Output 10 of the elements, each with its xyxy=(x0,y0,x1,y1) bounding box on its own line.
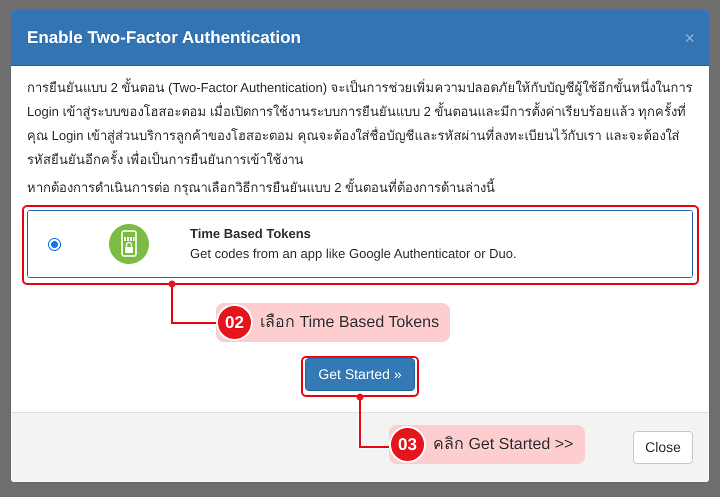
instruction-text: หากต้องการดำเนินการต่อ กรุณาเลือกวิธีการยืนยันแบบ 2 ขั้นตอนที่ต้องการด้านล่างนี้ xyxy=(27,177,496,198)
phone-lock-icon xyxy=(109,224,149,264)
modal-title: Enable Two-Factor Authentication xyxy=(27,26,301,49)
close-button[interactable]: Close xyxy=(633,431,693,464)
get-started-button[interactable]: Get Started » xyxy=(305,358,415,391)
option-title: Time Based Tokens xyxy=(190,225,312,243)
radio-button[interactable] xyxy=(48,238,61,250)
method-option[interactable]: Time Based Tokens Get codes from an app like Google Authenticator or Duo. xyxy=(27,210,693,278)
intro-paragraph: การยืนยันแบบ 2 ขั้นตอน (Two-Factor Authentication) จะเป็นการช่วยเพิ่มความปลอดภัยให้กับบัญชีผู้ใช้อีกขั้นหนึ่งในการ Login เข้าสู่ระบบของโฮสอะตอม เมื่อเปิดการใช้งานระบบการยืนยันแบบ 2 ขั้นตอนและมีการตั้งค่าเรียบร้อยแล้ว ทุกครั้งที่คุณ Login เข้าสู่ส่วนบริการลูกค้าของโฮสอะตอม คุณจะต้องใส่ชื่อบัญชีและรหัสผ่านที่ลงทะเบียนไว้กับเรา และจะต้องใส่รหัสยืนยันอีกครั้ง เพื่อเป็นการยืนยันการเข้าใช้งาน xyxy=(27,77,693,169)
option-description: Get codes from an app like Google Authenticator or Duo. xyxy=(190,245,517,263)
